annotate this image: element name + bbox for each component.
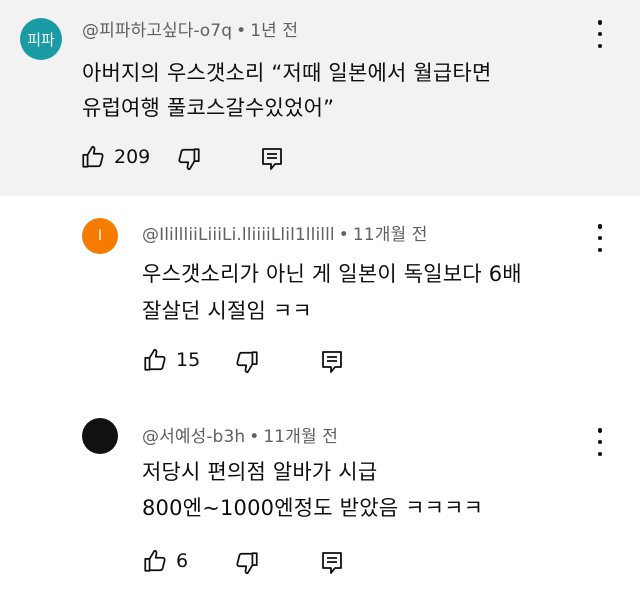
- dislike-button[interactable]: [176, 146, 202, 172]
- comment-text-line: 유럽여행 풀코스갈수있었어”: [82, 96, 335, 120]
- reply-comment: @서예성-b3h • 11개월 전 저당시 편의점 알바가 시급 800엔~1000…: [0, 396, 640, 596]
- dislike-button[interactable]: [234, 550, 260, 576]
- reply-button[interactable]: [320, 550, 344, 576]
- like-count: 6: [176, 550, 189, 572]
- like-button[interactable]: 6: [142, 548, 188, 574]
- comment-text-line: 잘살던 시절임 ㅋㅋ: [142, 299, 312, 323]
- reply-comment: I @IlillliiLiiiLi.lliiiiLlil1llilll • 11개월…: [0, 196, 640, 396]
- avatar[interactable]: 피파: [20, 18, 62, 60]
- comment-header: @IlillliiLiiiLi.lliiiiLlil1llilll • 11개월 전: [142, 220, 427, 245]
- thumbs-down-icon: [178, 148, 200, 171]
- comment-text-line: 800엔~1000엔정도 받았음 ㅋㅋㅋㅋ: [142, 496, 484, 520]
- author-name[interactable]: @피파하고싶다-o7q: [82, 21, 232, 41]
- thumbs-up-icon: [82, 145, 104, 168]
- more-options-icon[interactable]: [590, 428, 610, 456]
- comment-time[interactable]: 1년 전: [250, 21, 298, 41]
- comment-time[interactable]: 11개월 전: [263, 427, 338, 447]
- comment-text-line: 아버지의 우스갯소리 “저때 일본에서 월급타면: [82, 61, 492, 85]
- reply-button[interactable]: [260, 146, 284, 172]
- comment-text-line: 우스갯소리가 아닌 게 일본이 독일보다 6배: [142, 262, 522, 286]
- comment-time[interactable]: 11개월 전: [353, 225, 428, 245]
- reply-comment-icon: [322, 351, 342, 373]
- separator-dot: •: [338, 225, 349, 245]
- thumbs-down-icon: [236, 351, 258, 374]
- author-name[interactable]: @서예성-b3h: [142, 427, 245, 447]
- author-name[interactable]: @IlillliiLiiiLi.lliiiiLlil1llilll: [142, 225, 335, 245]
- separator-dot: •: [249, 427, 260, 447]
- like-count: 15: [176, 349, 201, 371]
- avatar[interactable]: [82, 418, 118, 454]
- dislike-button[interactable]: [234, 349, 260, 375]
- comment-thread-top: 피파 @피파하고싶다-o7q • 1년 전 아버지의 우스갯소리 “저때 일본에서 …: [0, 0, 640, 196]
- comment-header: @피파하고싶다-o7q • 1년 전: [82, 16, 298, 41]
- like-button[interactable]: 209: [80, 144, 150, 170]
- comment-header: @서예성-b3h • 11개월 전: [142, 422, 338, 447]
- more-options-icon[interactable]: [590, 224, 610, 252]
- separator-dot: •: [236, 21, 247, 41]
- thumbs-up-icon: [144, 348, 166, 371]
- thumbs-up-icon: [144, 549, 166, 572]
- reply-comment-icon: [262, 148, 282, 170]
- like-button[interactable]: 15: [142, 347, 200, 373]
- reply-button[interactable]: [320, 349, 344, 375]
- avatar[interactable]: I: [82, 218, 118, 254]
- reply-comment-icon: [322, 552, 342, 574]
- thumbs-down-icon: [236, 552, 258, 575]
- like-count: 209: [114, 146, 151, 168]
- comment-text-line: 저당시 편의점 알바가 시급: [142, 460, 378, 484]
- more-options-icon[interactable]: [590, 20, 610, 48]
